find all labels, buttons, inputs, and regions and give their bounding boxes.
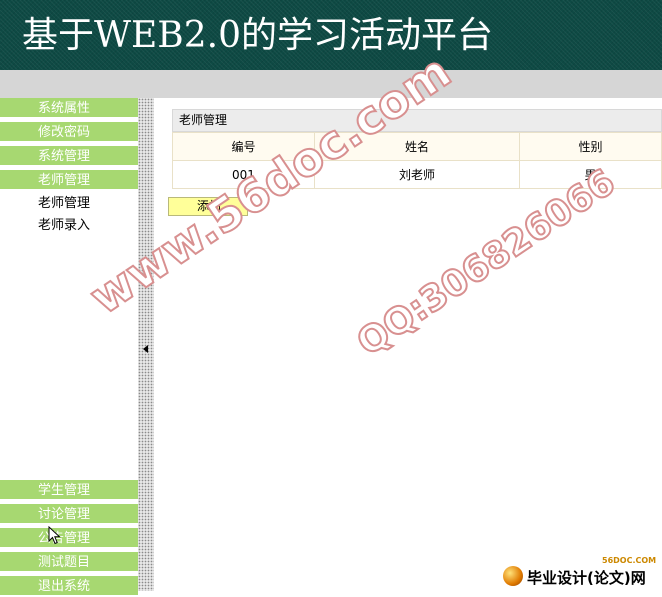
table-header-row: 编号 姓名 性别 xyxy=(172,132,662,161)
footer-site-small: 56DOC.COM xyxy=(602,556,657,565)
menu-logout[interactable]: 退出系统 xyxy=(0,576,138,597)
menu-announcement-management[interactable]: 公告管理 xyxy=(0,528,138,549)
collapse-arrow-icon[interactable] xyxy=(143,345,148,353)
column-header-name: 姓名 xyxy=(313,132,521,161)
footer-brand: 毕业设计(论文)网 xyxy=(527,569,646,587)
menu-teacher-management[interactable]: 老师管理 xyxy=(0,170,138,191)
app-title: 基于WEB2.0的学习活动平台 xyxy=(22,15,493,56)
menu-system-management[interactable]: 系统管理 xyxy=(0,146,138,167)
mouse-cursor-icon xyxy=(48,526,61,545)
panel-title: 老师管理 xyxy=(172,109,662,132)
teacher-panel: 老师管理 编号 姓名 性别 001 刘老师 男 xyxy=(172,109,662,189)
watermark-qq: QQ:306826066 xyxy=(349,161,624,365)
site-logo-icon xyxy=(503,566,523,586)
cell-name: 刘老师 xyxy=(313,160,521,189)
table-row[interactable]: 001 刘老师 男 xyxy=(172,160,662,189)
submenu-teacher-entry[interactable]: 老师录入 xyxy=(38,215,90,237)
teacher-table: 编号 姓名 性别 001 刘老师 男 xyxy=(172,132,662,189)
menu-system-properties[interactable]: 系统属性 xyxy=(0,98,138,119)
column-header-id: 编号 xyxy=(172,132,315,161)
header-toolbar-strip xyxy=(0,70,662,98)
submenu-teacher-management[interactable]: 老师管理 xyxy=(38,193,90,215)
menu-discussion-management[interactable]: 讨论管理 xyxy=(0,504,138,525)
add-button[interactable]: 添加 xyxy=(168,197,248,216)
menu-student-management[interactable]: 学生管理 xyxy=(0,480,138,501)
cell-id: 001 xyxy=(172,160,315,189)
menu-change-password[interactable]: 修改密码 xyxy=(0,122,138,143)
cell-gender: 男 xyxy=(519,160,662,189)
column-header-gender: 性别 xyxy=(519,132,662,161)
menu-test-questions[interactable]: 测试题目 xyxy=(0,552,138,573)
sidebar: 系统属性 修改密码 系统管理 老师管理 老师管理 老师录入 学生管理 讨论管理 … xyxy=(0,98,138,597)
app-header: 基于WEB2.0的学习活动平台 xyxy=(0,0,662,70)
